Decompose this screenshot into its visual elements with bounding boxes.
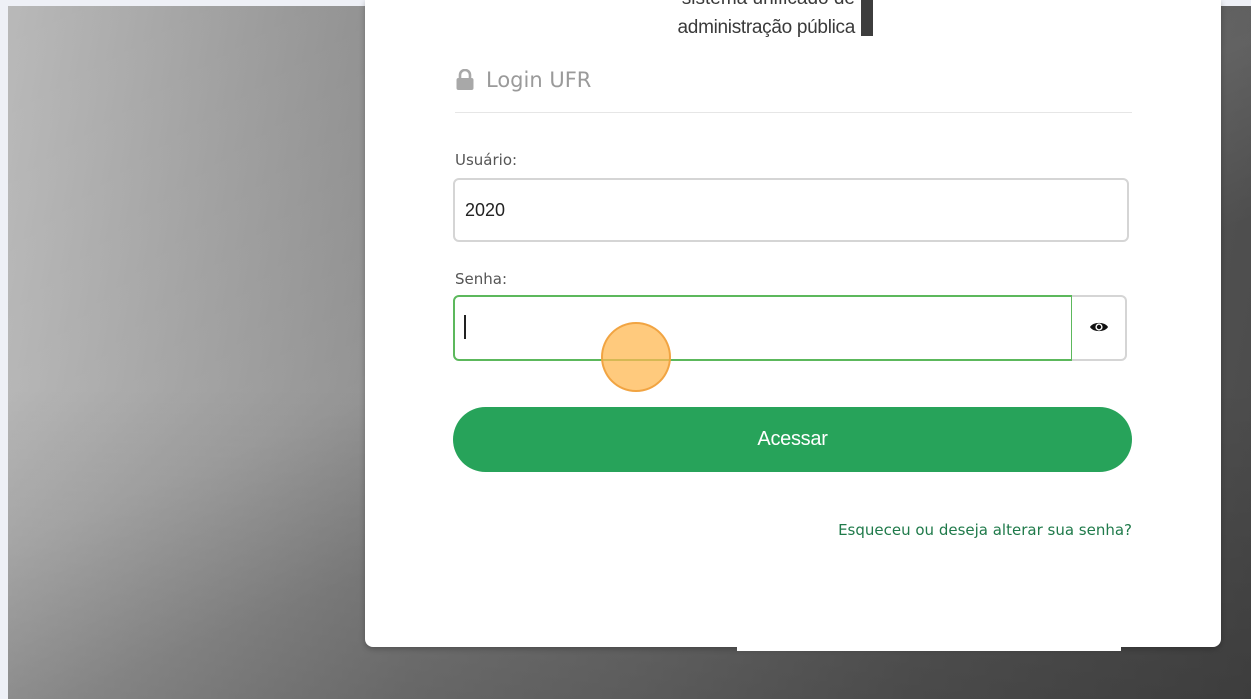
click-indicator <box>601 322 671 392</box>
show-password-button[interactable] <box>1072 295 1127 361</box>
password-label: Senha: <box>455 270 508 288</box>
login-submit-button[interactable]: Acessar <box>453 407 1132 472</box>
brand-logo-line2: administração pública <box>677 17 856 38</box>
eye-icon <box>1089 319 1109 338</box>
username-value: 2020 <box>465 199 506 220</box>
username-label: Usuário: <box>455 151 518 169</box>
brand-logo: sistema unificado de administração públi… <box>662 0 877 42</box>
brand-logo-line1: sistema unificado de <box>682 0 855 10</box>
brand-logo-bar <box>861 0 873 36</box>
heading-divider <box>455 112 1132 113</box>
login-card-footer-strip <box>737 640 1121 651</box>
screen-frame: sistema unificado de administração públi… <box>0 0 1251 699</box>
password-field[interactable] <box>453 295 1073 361</box>
username-redaction-blur <box>510 197 638 227</box>
lock-icon <box>455 69 475 91</box>
text-cursor <box>464 315 466 339</box>
login-heading: Login UFR <box>455 68 591 92</box>
submit-label: Acessar <box>757 428 828 450</box>
forgot-password-link[interactable]: Esqueceu ou deseja alterar sua senha? <box>838 521 1132 539</box>
login-title: Login UFR <box>486 68 592 92</box>
